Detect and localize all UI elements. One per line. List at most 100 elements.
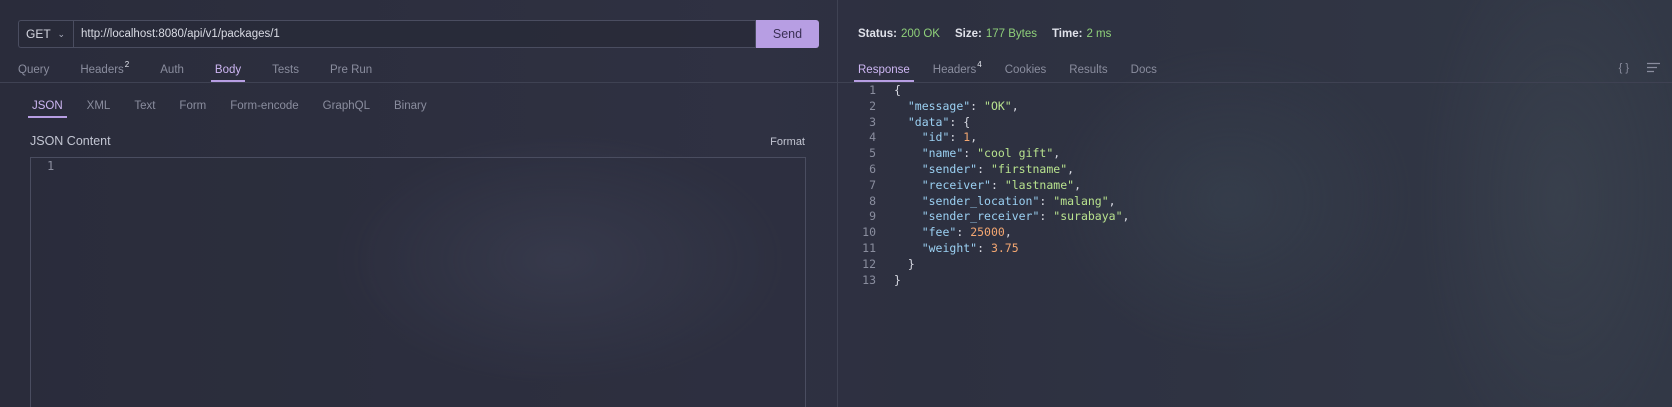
tab-label: Docs: [1130, 63, 1157, 76]
tab-auth[interactable]: Auth: [160, 64, 184, 82]
code-line: 12 }: [838, 257, 1129, 273]
json-token: :: [990, 177, 1005, 192]
url-bar: GET ⌄ Send: [18, 20, 819, 48]
response-tabs: Response Headers4 Cookies Results Docs: [854, 60, 1180, 82]
json-token: ,: [1108, 193, 1116, 208]
json-token: "OK": [984, 98, 1012, 113]
response-tab-cookies[interactable]: Cookies: [1005, 64, 1047, 82]
json-token: ,: [1067, 161, 1075, 176]
tab-pre-run[interactable]: Pre Run: [330, 64, 372, 82]
request-pane: GET ⌄ Send Query Headers2 Auth Body Tests Pre…: [0, 0, 837, 407]
tab-label: Headers: [932, 63, 977, 76]
json-token: 3.75: [990, 240, 1019, 255]
code-text: "message": "OK",: [894, 99, 1019, 115]
json-token: "cool gift": [977, 146, 1054, 161]
method-select[interactable]: GET ⌄: [18, 20, 73, 48]
status-info: Status: 200 OK: [858, 28, 940, 40]
tab-tests[interactable]: Tests: [272, 64, 299, 82]
line-number: 11: [862, 240, 876, 255]
code-text: "receiver": "lastname",: [894, 178, 1081, 194]
time-label: Time:: [1051, 28, 1083, 40]
body-tab-json[interactable]: JSON: [28, 100, 67, 118]
body-tab-xml[interactable]: XML: [87, 100, 111, 118]
json-token: "message": [907, 98, 971, 113]
json-token: "lastname": [1004, 177, 1075, 192]
body-tab-text[interactable]: Text: [134, 100, 155, 118]
code-line: 9 "sender_receiver": "surabaya",: [838, 209, 1129, 225]
body-tab-graphql[interactable]: GraphQL: [323, 100, 370, 118]
json-content-label: JSON Content: [30, 134, 111, 148]
json-token: :: [949, 130, 964, 145]
code-line: 11 "weight": 3.75: [838, 241, 1129, 257]
size-value: 177 Bytes: [985, 28, 1037, 40]
braces-icon[interactable]: { }: [1619, 62, 1629, 76]
response-tab-response[interactable]: Response: [854, 63, 914, 82]
wrap-lines-icon[interactable]: [1647, 62, 1660, 76]
json-token: "sender_receiver": [921, 209, 1040, 224]
line-number: 9: [869, 209, 876, 224]
code-line: 2 "message": "OK",: [838, 99, 1129, 115]
time-info: Time: 2 ms: [1052, 28, 1111, 40]
status-value: 200 OK: [900, 28, 940, 40]
code-line: 13}: [838, 273, 1129, 289]
response-body: 1{2 "message": "OK", 3 "data": {4 "id": 1…: [838, 83, 1129, 288]
time-value: 2 ms: [1086, 28, 1112, 40]
body-tab-form-encode[interactable]: Form-encode: [230, 100, 298, 118]
response-tab-results[interactable]: Results: [1069, 64, 1107, 82]
body-tab-form[interactable]: Form: [179, 100, 206, 118]
response-tab-headers[interactable]: Headers4: [932, 60, 982, 82]
json-token: "sender_location": [921, 193, 1040, 208]
code-text: "name": "cool gift",: [894, 146, 1061, 162]
json-body-editor[interactable]: 1: [30, 157, 806, 407]
tab-query[interactable]: Query: [18, 64, 49, 82]
json-token: 25000: [970, 225, 1005, 240]
json-token: "malang": [1053, 193, 1109, 208]
tab-label: Body: [214, 63, 242, 76]
line-number: 13: [862, 272, 876, 287]
json-token: ,: [1053, 146, 1061, 161]
tab-label: Results: [1069, 63, 1108, 76]
json-token: "fee": [921, 225, 957, 240]
body-tab-binary[interactable]: Binary: [394, 100, 427, 118]
code-text: "sender_receiver": "surabaya",: [894, 209, 1130, 225]
tab-badge: 2: [124, 60, 130, 69]
body-type-tabs: JSON XML Text Form Form-encode GraphQL Binary: [28, 100, 451, 118]
json-token: "weight": [921, 240, 978, 255]
response-pane: Status: 200 OK Size: 177 Bytes Time: 2 ms R…: [838, 0, 1672, 407]
json-token: "firstname": [990, 161, 1068, 176]
code-text: }: [894, 257, 915, 273]
json-token: }: [894, 272, 901, 287]
format-button[interactable]: Format: [770, 136, 805, 148]
tab-label: Pre Run: [329, 63, 373, 76]
tab-label: Tests: [272, 63, 299, 76]
tab-headers[interactable]: Headers2: [80, 60, 130, 82]
json-token: {: [894, 83, 901, 97]
line-number: 4: [869, 130, 876, 145]
tab-body[interactable]: Body: [210, 63, 246, 82]
code-text: "id": 1,: [894, 130, 977, 146]
response-tab-docs[interactable]: Docs: [1131, 64, 1157, 82]
tab-label: Response: [858, 63, 910, 76]
json-token: ,: [1122, 209, 1130, 224]
code-line: 3 "data": {: [838, 115, 1129, 131]
url-input[interactable]: [73, 20, 756, 48]
send-button[interactable]: Send: [756, 20, 819, 48]
json-token: "data": [907, 114, 950, 129]
json-token: :: [1039, 193, 1054, 208]
json-token: "receiver": [921, 177, 991, 192]
line-number: 2: [869, 98, 876, 113]
code-text: {: [894, 83, 901, 99]
json-token: "id": [921, 130, 950, 145]
size-info: Size: 177 Bytes: [955, 28, 1037, 40]
line-number: 8: [869, 193, 876, 208]
json-token: "surabaya": [1053, 209, 1123, 224]
code-line: 7 "receiver": "lastname",: [838, 178, 1129, 194]
status-label: Status:: [858, 28, 897, 40]
line-number: 10: [862, 225, 876, 240]
